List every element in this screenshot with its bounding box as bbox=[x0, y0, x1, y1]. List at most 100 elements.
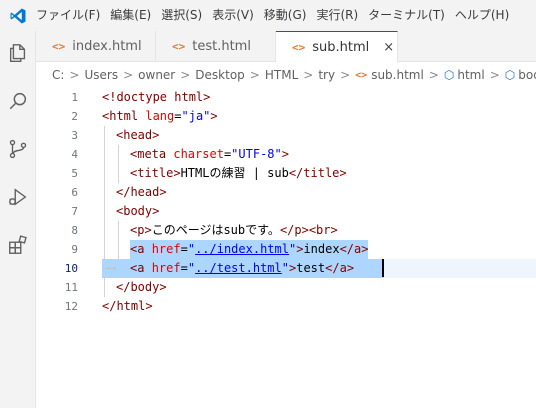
menu-help[interactable]: ヘルプ(H) bbox=[455, 0, 509, 31]
line-number: 9 bbox=[71, 243, 78, 256]
code-line[interactable]: 4 <meta charset="UTF-8"> bbox=[36, 145, 536, 164]
token: <!doctype html> bbox=[102, 90, 211, 104]
code-line[interactable]: 9 <a href="../index.html">index</a> bbox=[36, 240, 536, 259]
breadcrumb-item[interactable]: Desktop bbox=[195, 68, 245, 82]
code-text: <p>このページはsubです。</p><br> bbox=[130, 221, 338, 240]
breadcrumb-item[interactable]: C: bbox=[52, 68, 64, 82]
menu-go[interactable]: 移動(G) bbox=[264, 0, 307, 31]
menu-file[interactable]: ファイル(F) bbox=[36, 0, 100, 31]
token: = bbox=[180, 242, 188, 256]
chevron-right-icon: > bbox=[249, 68, 260, 82]
menu-terminal[interactable]: ターミナル(T) bbox=[368, 0, 445, 31]
line-number: 6 bbox=[71, 186, 78, 199]
code-line[interactable]: 1 <!doctype html> bbox=[36, 88, 536, 107]
run-debug-icon[interactable] bbox=[0, 179, 36, 215]
token: "UTF-8" bbox=[231, 147, 282, 161]
breadcrumb-item[interactable]: html bbox=[457, 68, 484, 82]
menu-selection[interactable]: 選択(S) bbox=[161, 0, 202, 31]
token: <body> bbox=[116, 204, 160, 218]
tab-label: index.html bbox=[72, 38, 142, 54]
code-line[interactable]: 12 </html> bbox=[36, 297, 536, 316]
chevron-right-icon: > bbox=[69, 68, 80, 82]
token: </title> bbox=[288, 166, 347, 180]
token: <head> bbox=[116, 128, 160, 142]
line-number: 5 bbox=[71, 167, 78, 180]
html-file-icon: <> bbox=[172, 39, 186, 53]
activity-bar bbox=[0, 31, 36, 408]
code-text: <meta charset="UTF-8"> bbox=[130, 145, 289, 164]
line-number: 1 bbox=[71, 91, 78, 104]
chevron-right-icon: > bbox=[340, 68, 351, 82]
menu-edit[interactable]: 編集(E) bbox=[110, 0, 151, 31]
code-text: <html lang="ja"> bbox=[102, 107, 218, 126]
editor-tabs: <> index.html <> test.html <> sub.html × bbox=[36, 31, 536, 62]
chevron-right-icon: > bbox=[428, 68, 439, 82]
breadcrumb-item[interactable]: Users bbox=[84, 68, 118, 82]
token: <html bbox=[102, 109, 146, 123]
code-text: <head> bbox=[116, 126, 159, 145]
token: href bbox=[151, 261, 181, 275]
token: </p><br> bbox=[279, 223, 338, 237]
line-number: 7 bbox=[71, 205, 78, 218]
whitespace-arrow-icon: →→ bbox=[104, 263, 117, 274]
line-number: 4 bbox=[71, 148, 78, 161]
source-control-icon[interactable] bbox=[0, 131, 36, 167]
vscode-logo-icon bbox=[0, 0, 36, 31]
token: ../test.html bbox=[195, 261, 282, 275]
tab-label: sub.html bbox=[312, 39, 370, 55]
menu-run[interactable]: 実行(R) bbox=[316, 0, 358, 31]
chevron-right-icon: > bbox=[180, 68, 191, 82]
html-file-icon: <> bbox=[292, 40, 306, 54]
token: charset bbox=[173, 147, 224, 161]
token: = bbox=[174, 109, 182, 123]
code-line[interactable]: 11 </body> bbox=[36, 278, 536, 297]
token: HTMLの練習 | sub bbox=[180, 166, 289, 180]
token: " bbox=[281, 261, 289, 275]
token: " bbox=[187, 261, 196, 275]
code-editor[interactable]: 1 <!doctype html> 2 <html lang="ja"> 3 <head>… bbox=[36, 88, 536, 408]
explorer-icon[interactable] bbox=[0, 35, 36, 71]
breadcrumb-item[interactable]: HTML bbox=[265, 68, 298, 82]
chevron-right-icon: > bbox=[489, 68, 500, 82]
line-number: 8 bbox=[71, 224, 78, 237]
token: href bbox=[151, 242, 181, 256]
breadcrumb-item[interactable]: try bbox=[318, 68, 335, 82]
code-line[interactable]: 7 <body> bbox=[36, 202, 536, 221]
symbol-element-icon: ⬡ bbox=[443, 68, 455, 82]
extensions-icon[interactable] bbox=[0, 227, 36, 263]
code-line[interactable]: 5 <title>HTMLの練習 | sub</title> bbox=[36, 164, 536, 183]
token: > bbox=[281, 147, 289, 161]
token: <p> bbox=[130, 223, 152, 237]
code-text: <a href="../test.html">test</a> bbox=[130, 259, 354, 278]
code-line[interactable]: 2 <html lang="ja"> bbox=[36, 107, 536, 126]
code-text: </body> bbox=[116, 278, 167, 297]
chevron-right-icon: > bbox=[303, 68, 314, 82]
breadcrumb-item[interactable]: body bbox=[518, 68, 536, 82]
token: lang bbox=[145, 109, 175, 123]
tab-index-html[interactable]: <> index.html bbox=[36, 31, 156, 61]
tab-sub-html[interactable]: <> sub.html × bbox=[276, 31, 398, 62]
html-file-icon: <> bbox=[355, 69, 368, 81]
tab-test-html[interactable]: <> test.html bbox=[156, 31, 276, 61]
search-icon[interactable] bbox=[0, 83, 36, 119]
token: </a> bbox=[339, 242, 369, 256]
code-line[interactable]: 8 <p>このページはsubです。</p><br> bbox=[36, 221, 536, 240]
token: このページはsubです。 bbox=[151, 223, 280, 237]
token: > bbox=[210, 109, 218, 123]
token: index bbox=[303, 242, 340, 256]
code-line[interactable]: 6 </head> bbox=[36, 183, 536, 202]
close-icon[interactable]: × bbox=[383, 40, 394, 55]
line-number: 12 bbox=[64, 300, 78, 313]
code-text: <title>HTMLの練習 | sub</title> bbox=[130, 164, 347, 183]
line-number: 10 bbox=[64, 262, 78, 275]
code-line[interactable]: 3 <head> bbox=[36, 126, 536, 145]
token: <meta bbox=[130, 147, 174, 161]
token: ../index.html bbox=[195, 242, 289, 256]
breadcrumb-item[interactable]: owner bbox=[138, 68, 175, 82]
code-text: </html> bbox=[102, 297, 153, 316]
breadcrumb-item[interactable]: sub.html bbox=[371, 68, 424, 82]
menu-view[interactable]: 表示(V) bbox=[212, 0, 254, 31]
token: " bbox=[187, 242, 196, 256]
code-text: <a href="../index.html">index</a> bbox=[130, 240, 368, 259]
tab-label: test.html bbox=[192, 38, 251, 54]
